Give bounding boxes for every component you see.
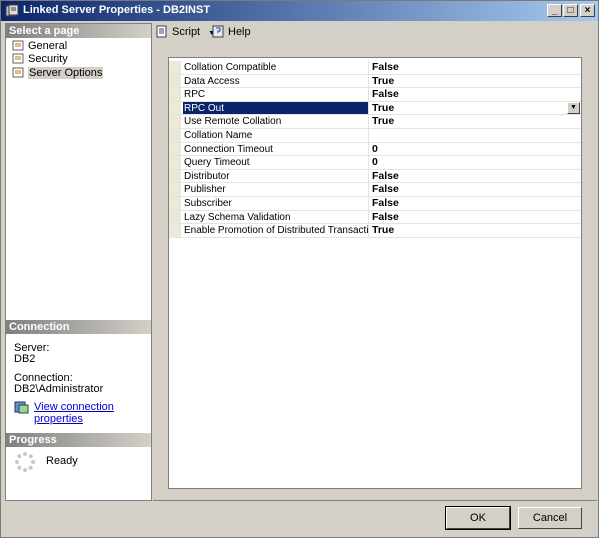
left-panel: Select a page General Security Server Op… <box>5 23 152 501</box>
help-button[interactable]: Help <box>212 25 251 39</box>
nav-item-server-options[interactable]: Server Options <box>10 66 104 80</box>
row-gutter <box>169 88 181 101</box>
row-gutter <box>169 197 181 210</box>
window-title: Linked Server Properties - DB2INST <box>23 4 211 16</box>
property-value[interactable]: True <box>372 115 581 128</box>
property-value[interactable] <box>372 129 581 142</box>
row-gutter <box>169 101 181 115</box>
progress-spinner-icon <box>15 452 35 472</box>
property-name: Enable Promotion of Distributed Transact… <box>184 224 369 237</box>
table-row[interactable]: Data Access True <box>169 74 581 89</box>
row-gutter <box>169 129 181 142</box>
page-icon <box>12 53 24 64</box>
cancel-button[interactable]: Cancel <box>518 507 582 529</box>
connection-header: Connection <box>6 320 151 334</box>
view-connection-properties-link[interactable]: View connection properties <box>14 401 151 425</box>
property-name: Query Timeout <box>183 156 369 169</box>
row-gutter <box>169 169 181 183</box>
page-icon <box>12 67 24 78</box>
property-value[interactable]: 0 <box>372 156 581 169</box>
property-name: Use Remote Collation <box>183 115 369 128</box>
property-value[interactable]: False <box>372 88 581 101</box>
property-value[interactable]: False <box>372 197 581 210</box>
row-gutter <box>169 74 181 88</box>
table-row[interactable]: RPC False <box>169 88 581 102</box>
table-row[interactable]: Publisher False <box>169 183 581 197</box>
property-name: Publisher <box>183 183 369 196</box>
progress-header: Progress <box>6 433 151 447</box>
property-grid: Collation Compatible False Data Access T… <box>168 57 582 489</box>
row-gutter <box>169 183 181 196</box>
property-name: Connection Timeout <box>183 142 369 156</box>
minimize-button[interactable]: _ <box>547 4 562 17</box>
table-row[interactable]: Connection Timeout 0 <box>169 142 581 157</box>
ok-button[interactable]: OK <box>445 506 511 530</box>
row-gutter <box>169 61 181 74</box>
property-value[interactable]: False <box>372 211 581 224</box>
connection-value: DB2\Administrator <box>14 383 104 395</box>
select-page-header: Select a page <box>6 24 151 38</box>
property-name: Collation Compatible <box>183 61 369 74</box>
divider <box>153 500 597 501</box>
property-value[interactable]: True <box>372 75 581 88</box>
row-gutter <box>169 224 181 237</box>
property-value[interactable]: 0 <box>372 143 581 156</box>
table-row[interactable]: Lazy Schema Validation False <box>169 210 581 225</box>
close-button[interactable]: × <box>580 4 595 17</box>
table-row[interactable]: RPC Out True ▼ <box>169 101 581 116</box>
progress-status: Ready <box>46 455 78 467</box>
property-name: Collation Name <box>183 129 369 142</box>
property-value[interactable]: False <box>372 61 581 74</box>
property-value[interactable]: False <box>372 170 581 183</box>
property-value[interactable]: True <box>372 102 581 115</box>
row-gutter <box>169 142 181 156</box>
property-value[interactable]: False <box>372 183 581 196</box>
table-row[interactable]: Subscriber False <box>169 197 581 211</box>
properties-icon <box>14 401 29 414</box>
row-gutter <box>169 210 181 224</box>
row-gutter <box>169 115 181 128</box>
table-row[interactable]: Use Remote Collation True <box>169 115 581 129</box>
help-icon <box>212 25 224 38</box>
table-row[interactable]: Collation Name <box>169 129 581 143</box>
title-bar[interactable]: Linked Server Properties - DB2INST _ □ × <box>1 1 598 21</box>
script-icon <box>156 25 167 38</box>
server-icon <box>5 4 19 17</box>
table-row[interactable]: Distributor False <box>169 169 581 184</box>
property-name: RPC <box>183 88 369 101</box>
property-name: Lazy Schema Validation <box>183 210 369 224</box>
nav-item-general[interactable]: General <box>10 39 67 53</box>
dropdown-arrow-icon[interactable]: ▼ <box>567 101 580 114</box>
page-icon <box>12 40 24 51</box>
server-value: DB2 <box>14 353 36 365</box>
nav-item-security[interactable]: Security <box>10 52 68 66</box>
table-row[interactable]: Enable Promotion of Distributed Transact… <box>169 224 581 238</box>
table-row[interactable]: Collation Compatible False <box>169 61 581 75</box>
table-row[interactable]: Query Timeout 0 <box>169 156 581 170</box>
dialog-window: Linked Server Properties - DB2INST _ □ ×… <box>0 0 599 538</box>
toolbar: Script ▼ Help <box>153 23 597 41</box>
property-name: Subscriber <box>183 197 369 210</box>
property-name: Distributor <box>183 169 369 183</box>
property-name: Data Access <box>183 74 369 88</box>
maximize-button[interactable]: □ <box>563 4 578 17</box>
row-gutter <box>169 156 181 169</box>
script-button[interactable]: Script ▼ <box>156 25 215 39</box>
property-name: RPC Out <box>183 101 369 115</box>
property-value[interactable]: True <box>372 224 581 237</box>
